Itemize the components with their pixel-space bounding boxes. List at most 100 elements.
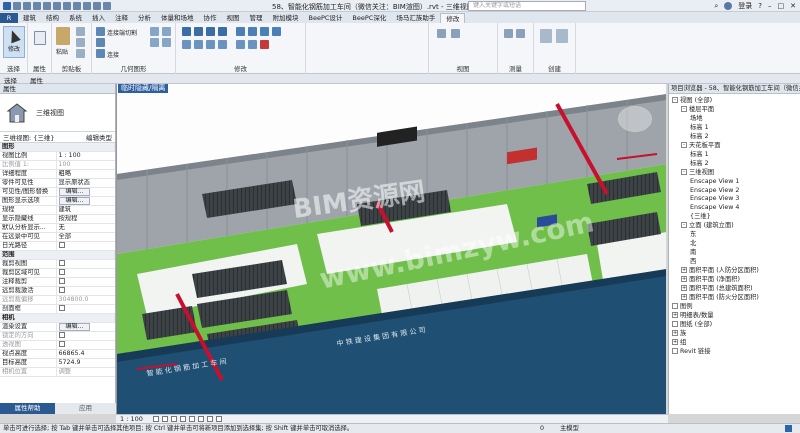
instance-filter[interactable]: 三维视图: {三维} 编辑类型 — [0, 132, 115, 143]
property-edit-cell[interactable]: 编辑... — [56, 187, 115, 197]
property-checkbox[interactable] — [58, 332, 65, 338]
browser-tree-item[interactable]: 图例 — [672, 302, 693, 311]
expand-toggle-icon[interactable] — [672, 320, 678, 327]
select-group-label[interactable]: 选择 — [0, 63, 27, 73]
property-value[interactable]: 建筑 — [56, 205, 115, 215]
detail-level-icon[interactable] — [152, 416, 159, 422]
cut-geometry-icon[interactable] — [96, 38, 105, 47]
dimension-icon[interactable] — [516, 29, 525, 38]
browser-tree-item[interactable]: - 天花板平面 — [681, 141, 720, 150]
join-icon[interactable] — [96, 49, 105, 58]
align-icon[interactable] — [182, 27, 191, 36]
app-logo-icon[interactable] — [3, 1, 11, 10]
split-icon[interactable] — [182, 40, 191, 49]
collapse-toggle-icon[interactable]: - — [681, 168, 687, 175]
trim-icon[interactable] — [272, 27, 281, 36]
match-type-icon[interactable] — [76, 49, 85, 58]
type-selector[interactable]: 三维视图 — [0, 94, 115, 132]
browser-tree-item[interactable]: 图纸 (全部) — [672, 320, 712, 329]
filter-icon[interactable] — [785, 425, 792, 432]
tab-structure[interactable]: 结构 — [41, 13, 64, 23]
collapse-toggle-icon[interactable]: - — [672, 97, 678, 103]
browser-tree-item[interactable]: Enscape View 3 — [690, 195, 739, 203]
browser-tree-item[interactable]: 场地 — [690, 115, 703, 123]
property-value[interactable]: 调整 — [56, 367, 115, 377]
expand-toggle-icon[interactable]: + — [681, 284, 687, 291]
browser-tree-item[interactable]: {三维} — [690, 213, 711, 221]
browser-tree-item[interactable]: + 明细表/数量 — [672, 311, 714, 320]
move-icon[interactable] — [236, 27, 245, 36]
browser-tree-item[interactable]: Enscape View 4 — [690, 204, 739, 212]
property-checkbox[interactable] — [58, 260, 65, 266]
property-value[interactable]: 100 — [56, 160, 115, 170]
redo-icon[interactable] — [43, 1, 51, 10]
property-value[interactable]: 全部 — [56, 232, 115, 242]
measure-tool-icon[interactable] — [504, 29, 513, 38]
browser-tree-item[interactable]: - 立面 (建筑立面) — [681, 222, 734, 230]
browser-tree-item[interactable]: - 楼层平面 — [681, 105, 714, 114]
browser-tree-item[interactable]: - 三维视图 — [681, 168, 714, 177]
property-checkbox[interactable] — [58, 269, 65, 275]
property-checkbox[interactable] — [58, 287, 65, 293]
tab-analyze[interactable]: 分析 — [133, 13, 156, 23]
modify-button[interactable]: 修改 — [3, 26, 25, 58]
offset-icon[interactable] — [194, 27, 203, 36]
open-icon[interactable] — [13, 1, 21, 10]
copy-icon[interactable] — [76, 38, 85, 47]
property-checkbox[interactable] — [58, 278, 65, 284]
property-checkbox-cell[interactable] — [56, 340, 115, 350]
section-icon[interactable] — [93, 1, 101, 10]
measure-icon[interactable] — [63, 1, 71, 10]
expand-toggle-icon[interactable] — [672, 302, 678, 309]
application-menu-button[interactable]: R — [0, 13, 18, 23]
close-icon[interactable]: ✕ — [790, 2, 796, 10]
3d-view-icon[interactable] — [83, 1, 91, 10]
property-checkbox[interactable] — [58, 242, 65, 248]
expand-toggle-icon[interactable]: + — [672, 311, 678, 318]
property-section[interactable]: 图形 — [0, 143, 115, 152]
undo-icon[interactable] — [33, 1, 41, 10]
login-link[interactable]: 登录 — [738, 1, 752, 11]
create-group-icon[interactable] — [556, 29, 568, 43]
browser-tree-item[interactable]: 南 — [690, 249, 696, 257]
expand-toggle-icon[interactable]: + — [672, 338, 678, 345]
expand-toggle-icon[interactable]: + — [681, 293, 687, 300]
crop-view-icon[interactable] — [188, 416, 195, 422]
property-checkbox[interactable] — [58, 305, 65, 311]
maximize-icon[interactable]: □ — [778, 2, 785, 10]
view-scale[interactable]: 1 : 100 — [120, 415, 143, 423]
property-edit-button[interactable]: 编辑... — [58, 323, 91, 331]
properties-icon[interactable] — [34, 31, 46, 45]
collapse-toggle-icon[interactable]: - — [681, 141, 687, 148]
expand-toggle-icon[interactable] — [672, 347, 678, 354]
copy-element-icon[interactable] — [248, 27, 257, 36]
browser-tree-item[interactable]: + 组 — [672, 338, 686, 347]
delete-icon[interactable] — [260, 40, 269, 49]
help-icon[interactable]: ? — [758, 2, 762, 10]
property-checkbox-cell[interactable] — [56, 259, 115, 269]
expand-toggle-icon[interactable]: + — [681, 267, 687, 274]
property-value[interactable]: 无 — [56, 223, 115, 233]
visual-style-icon[interactable] — [161, 416, 168, 422]
tab-systems[interactable]: 系统 — [64, 13, 87, 23]
tab-massing-site[interactable]: 体量和场地 — [156, 13, 199, 23]
hide-isolate-icon[interactable] — [215, 416, 222, 422]
hide-icon[interactable] — [437, 29, 446, 38]
text-icon[interactable] — [73, 1, 81, 10]
rotate-icon[interactable] — [260, 27, 269, 36]
property-value[interactable]: 按规程 — [56, 214, 115, 224]
browser-tree-item[interactable]: + 面积平面 (净面积) — [681, 276, 740, 284]
property-edit-cell[interactable]: 编辑... — [56, 322, 115, 332]
lock-view-icon[interactable] — [206, 416, 213, 422]
search-input[interactable]: 键入关键字或短语 — [468, 1, 586, 11]
wall-joins-icon[interactable] — [150, 27, 159, 36]
tab-modify[interactable]: 修改 — [440, 13, 466, 23]
browser-tree-item[interactable]: 西 — [690, 258, 696, 266]
pin-icon[interactable] — [236, 40, 245, 49]
paste-icon[interactable] — [56, 27, 70, 45]
mirror-draw-icon[interactable] — [218, 27, 227, 36]
3d-viewport[interactable]: 智 能 化 钢 筋 加 工 车 间 中 铁 建 设 集 团 有 限 公 司 BI… — [116, 84, 666, 414]
browser-tree-item[interactable]: Enscape View 2 — [690, 187, 739, 195]
property-value[interactable]: 66865.4 — [56, 349, 115, 359]
tab-family-helper[interactable]: 场马汇族助手 — [391, 13, 440, 23]
